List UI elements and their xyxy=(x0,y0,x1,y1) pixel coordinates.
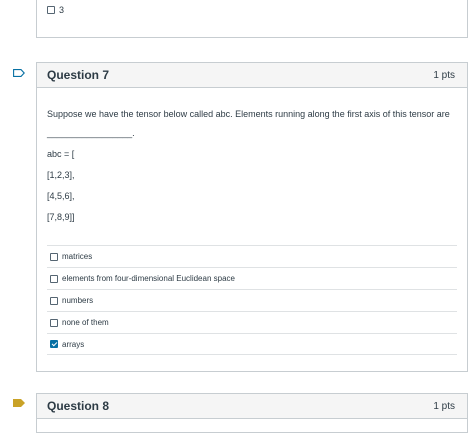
question-header: Question 7 1 pts xyxy=(37,63,467,88)
question-body: Suppose we have the tensor below called … xyxy=(37,88,467,223)
answer-checkbox[interactable] xyxy=(50,318,58,327)
code-line: [1,2,3], xyxy=(47,170,75,180)
answer-label: numbers xyxy=(62,296,94,305)
question-prompt: Suppose we have the tensor below called … xyxy=(47,109,450,119)
answer-list: matrices elements from four-dimensional … xyxy=(47,245,457,355)
question-title: Question 7 xyxy=(47,68,110,82)
code-line: abc = [ xyxy=(47,149,75,159)
answer-option[interactable]: 3 xyxy=(47,5,64,15)
answer-option-euclidean[interactable]: elements from four-dimensional Euclidean… xyxy=(47,267,457,289)
code-line: [7,8,9]] xyxy=(47,212,75,222)
answer-checkbox[interactable] xyxy=(50,296,58,305)
answer-checkbox[interactable] xyxy=(50,252,58,261)
question-8-card: Question 8 1 pts xyxy=(36,393,468,433)
answer-checkbox-checked[interactable] xyxy=(50,340,58,348)
bookmark-outline-icon[interactable] xyxy=(13,69,25,77)
bookmark-filled-icon[interactable] xyxy=(13,399,25,407)
answer-option-none[interactable]: none of them xyxy=(47,311,457,333)
answer-option-arrays[interactable]: arrays xyxy=(47,333,457,355)
answer-checkbox[interactable] xyxy=(50,274,58,283)
question-header: Question 8 1 pts xyxy=(37,394,467,419)
answer-label: matrices xyxy=(62,252,93,261)
question-title: Question 8 xyxy=(47,399,110,413)
answer-label: none of them xyxy=(62,318,109,327)
answer-label: elements from four-dimensional Euclidean… xyxy=(62,274,235,283)
question-7-card: Question 7 1 pts Suppose we have the ten… xyxy=(36,62,468,372)
answer-label: arrays xyxy=(62,339,85,349)
question-text: Suppose we have the tensor below called … xyxy=(47,109,457,223)
previous-question-card: 3 xyxy=(36,0,468,38)
answer-checkbox[interactable] xyxy=(47,6,55,14)
code-line: [4,5,6], xyxy=(47,191,75,201)
answer-option-numbers[interactable]: numbers xyxy=(47,289,457,311)
question-points: 1 pts xyxy=(433,69,455,81)
answer-label: 3 xyxy=(59,5,65,15)
question-blank: _________________. xyxy=(47,128,135,138)
answer-option-matrices[interactable]: matrices xyxy=(47,245,457,267)
